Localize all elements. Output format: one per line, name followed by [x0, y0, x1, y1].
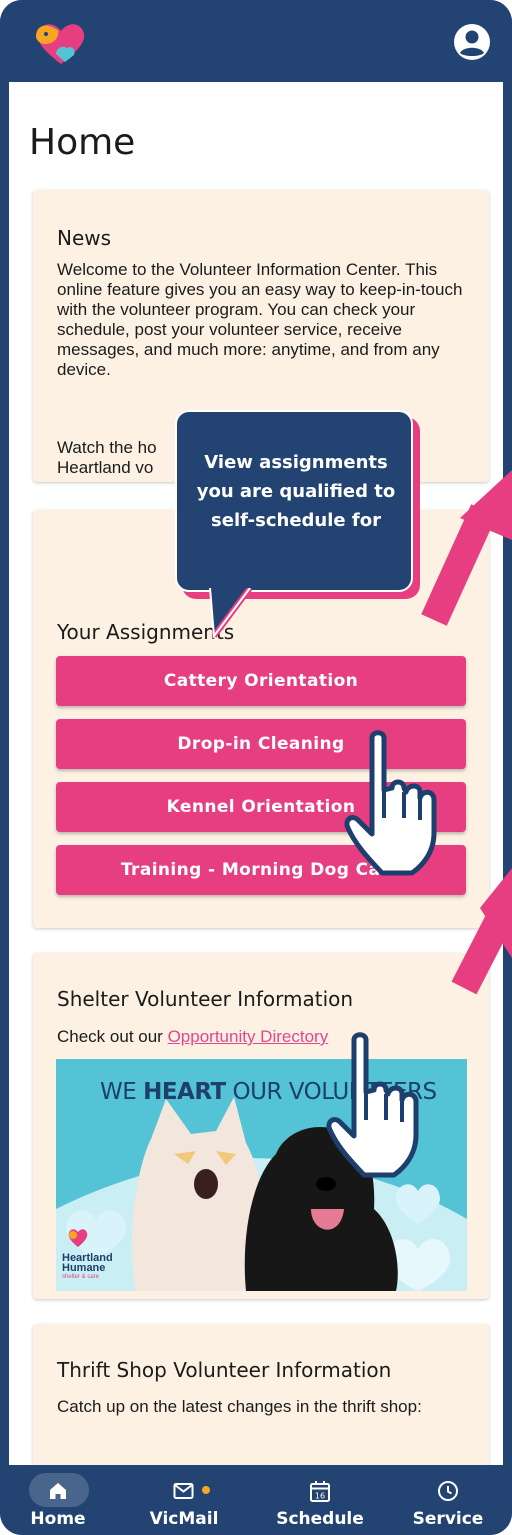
heartland-small-logo-icon — [68, 1229, 88, 1247]
news-body: Welcome to the Volunteer Information Cen… — [57, 260, 463, 379]
wordmark-line3: shelter & care — [62, 1274, 100, 1280]
banner-headline-bold: HEART — [143, 1079, 226, 1105]
nav-home[interactable]: Home — [2, 1465, 114, 1535]
calendar-icon: 16 — [310, 1481, 330, 1502]
app-header — [0, 0, 512, 82]
shelter-title: Shelter Volunteer Information — [57, 987, 354, 1011]
news-watch-line2: Heartland vo — [57, 458, 154, 477]
opportunity-directory-link[interactable]: Opportunity Directory — [168, 1027, 329, 1046]
nav-service[interactable]: Service — [392, 1465, 504, 1535]
heartland-heart-logo-icon[interactable] — [30, 18, 92, 68]
nav-schedule-label: Schedule — [276, 1509, 364, 1529]
wordmark-line2: Humane — [62, 1262, 106, 1274]
banner-headline-pre: WE — [100, 1079, 144, 1105]
assignment-button-cattery-orientation[interactable]: Cattery Orientation — [56, 656, 466, 706]
calendar-day: 16 — [315, 1492, 325, 1501]
thrift-body: Catch up on the latest changes in the th… — [57, 1397, 422, 1416]
tooltip-tail — [209, 588, 253, 639]
nav-service-label: Service — [412, 1509, 484, 1529]
nav-home-label: Home — [30, 1509, 86, 1529]
news-watch-line1: Watch the ho — [57, 438, 157, 457]
news-title: News — [57, 226, 112, 250]
home-icon — [50, 1483, 66, 1499]
thrift-title: Thrift Shop Volunteer Information — [57, 1358, 392, 1382]
tutorial-arrow-icon-2 — [451, 868, 512, 995]
pointing-hand-icon — [344, 730, 437, 876]
thrift-info-card: Thrift Shop Volunteer Information Catch … — [33, 1324, 489, 1465]
mail-icon — [173, 1483, 194, 1499]
clock-icon — [438, 1481, 458, 1501]
assignments-tooltip: View assignments you are qualified to se… — [175, 410, 413, 592]
page-title: Home — [29, 122, 136, 163]
tooltip-text: View assignments you are qualified to se… — [196, 452, 396, 531]
unread-badge-dot — [202, 1486, 210, 1494]
heartland-humane-wordmark: Heartland Humane shelter & care — [62, 1253, 113, 1281]
bottom-navigation: Home VicMail 16 Schedule Service — [0, 1465, 512, 1535]
nav-vicmail-label: VicMail — [149, 1509, 219, 1529]
nav-schedule[interactable]: 16 Schedule — [264, 1465, 376, 1535]
account-circle-icon[interactable] — [452, 22, 492, 62]
pointing-hand-icon-2 — [326, 1032, 419, 1178]
shelter-intro: Check out our Opportunity Directory — [57, 1027, 328, 1047]
shelter-intro-text: Check out our — [57, 1027, 163, 1046]
nav-vicmail[interactable]: VicMail — [128, 1465, 240, 1535]
tutorial-arrow-icon — [421, 470, 512, 626]
